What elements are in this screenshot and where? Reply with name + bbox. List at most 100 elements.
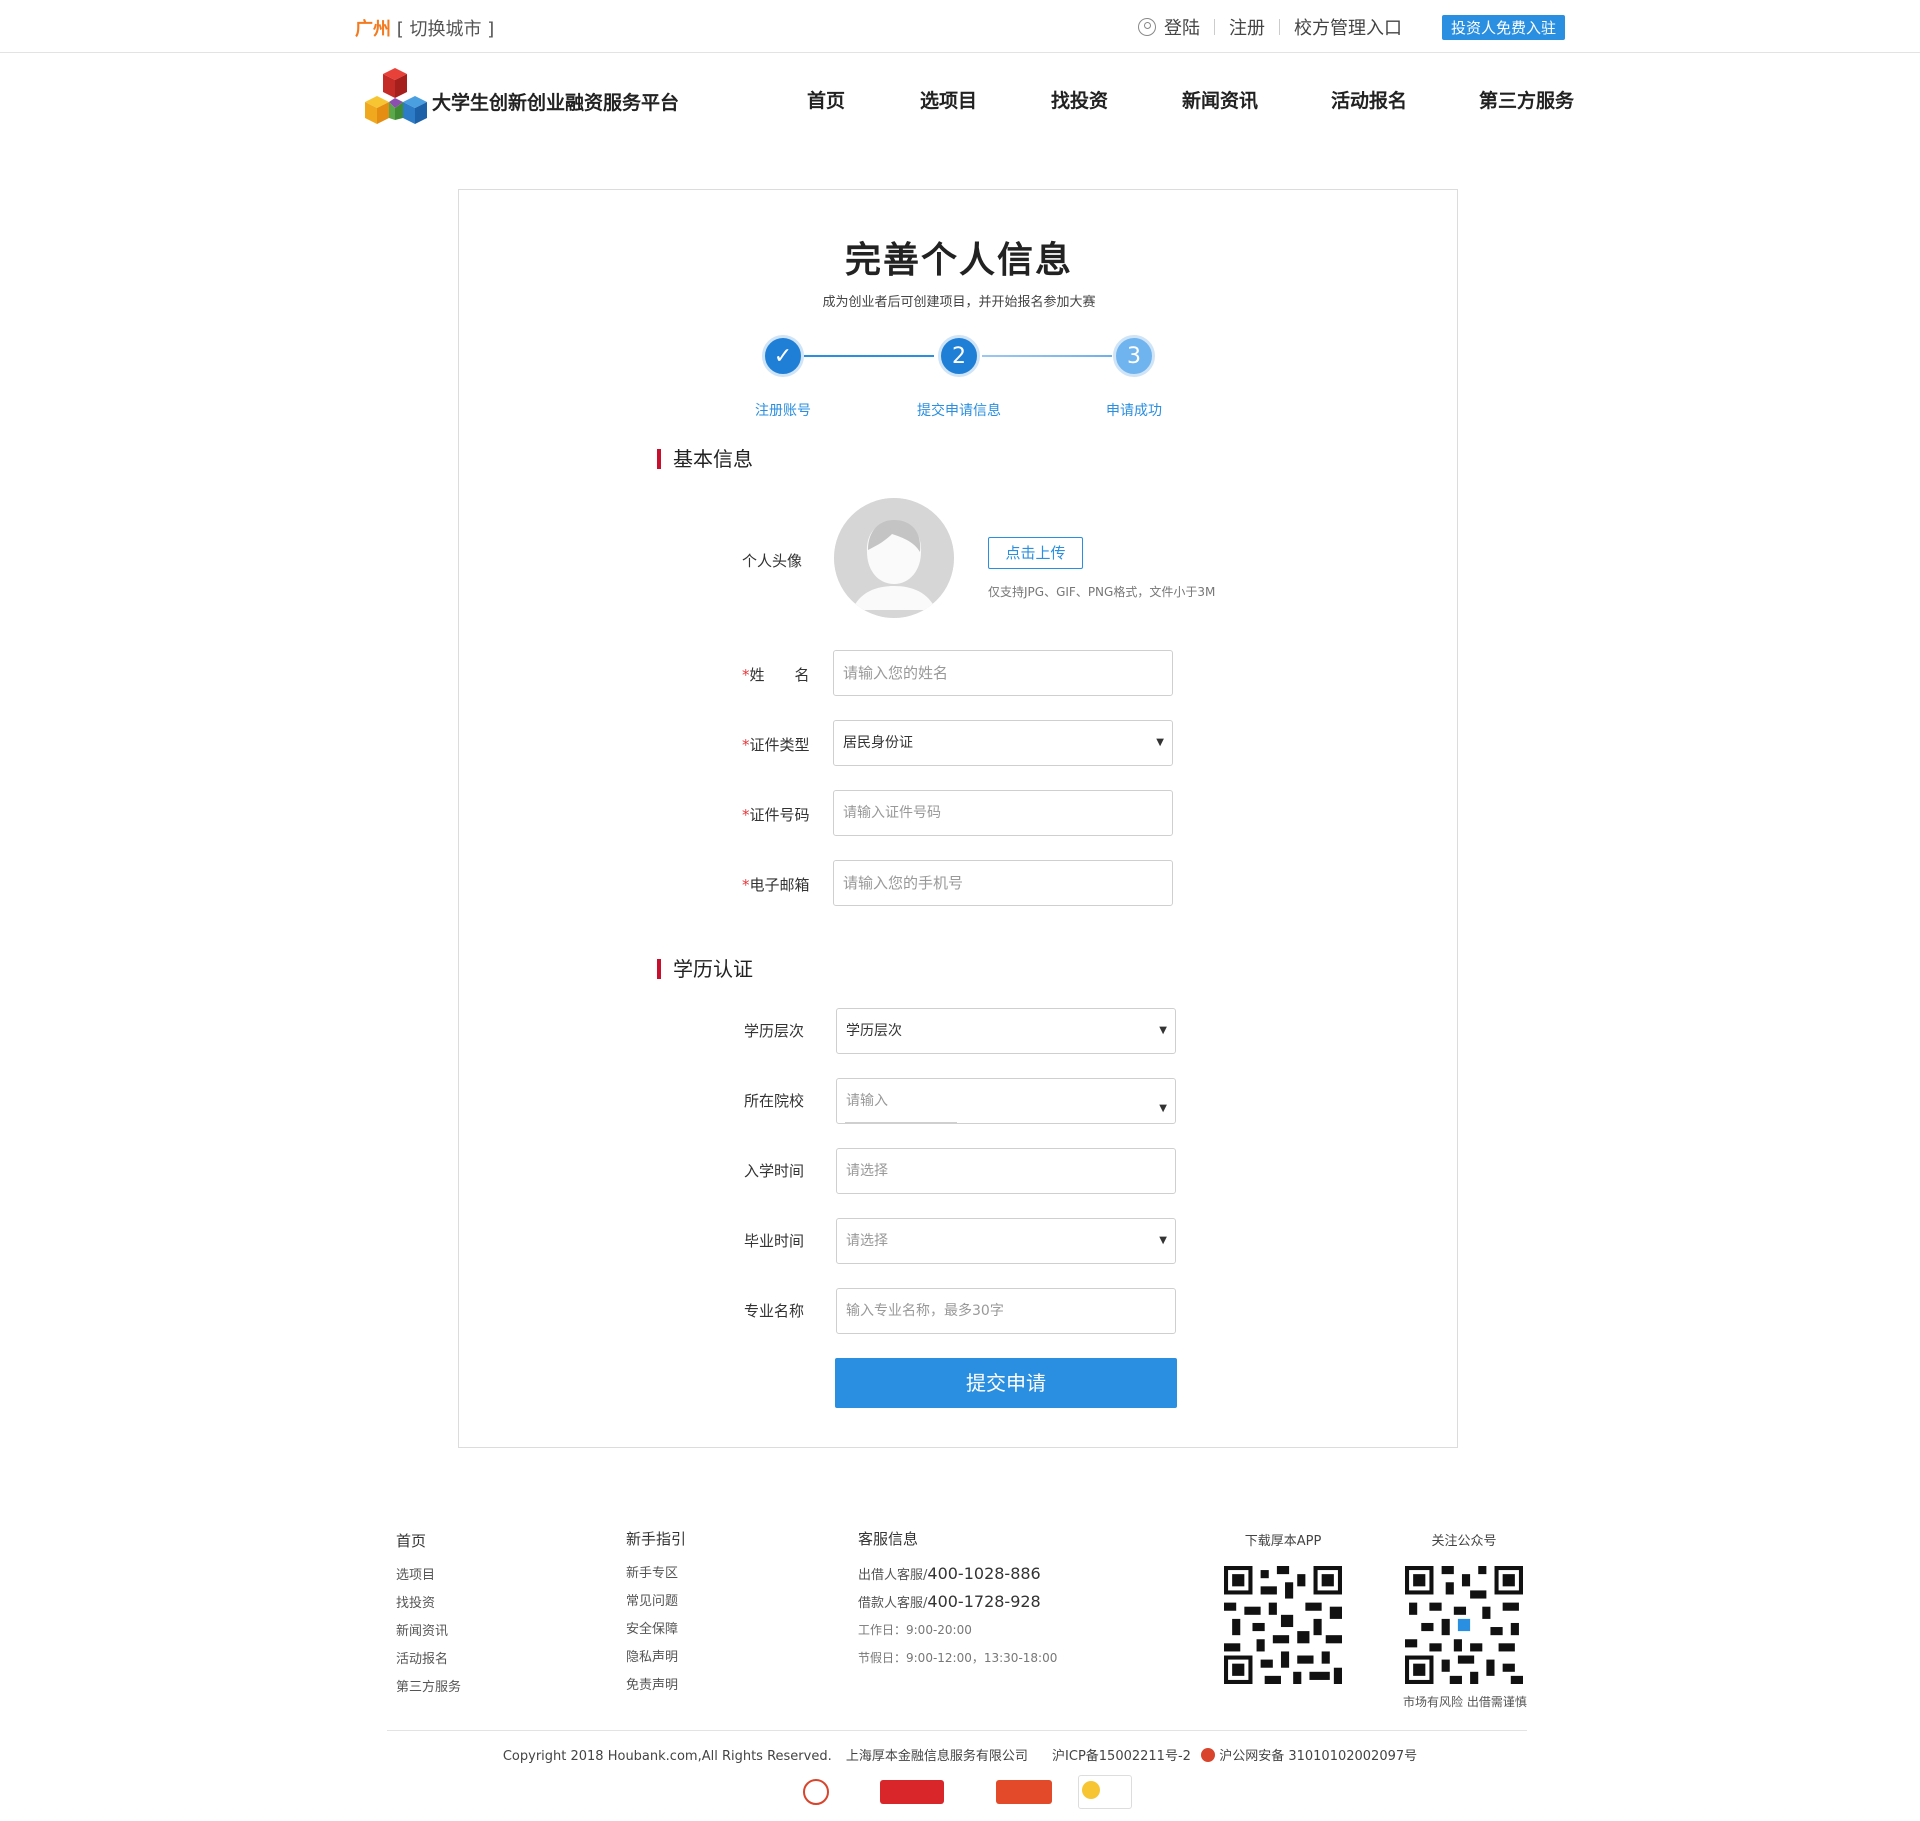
graduate-placeholder: 请选择	[846, 1233, 888, 1249]
step-1-check-icon: ✓	[762, 335, 804, 377]
graduate-label: 毕业时间	[744, 1232, 805, 1250]
copyright-bar: Copyright 2018 Houbank.com,All Rights Re…	[0, 1745, 1920, 1764]
name-label-text: 姓 名	[749, 666, 810, 684]
copyright-text: Copyright 2018 Houbank.com,All Rights Re…	[502, 1749, 832, 1764]
submit-button[interactable]: 提交申请	[835, 1358, 1177, 1408]
logo-icon[interactable]	[365, 68, 427, 130]
id-type-select[interactable]: 居民身份证 ▼	[833, 720, 1173, 766]
school-label: 所在院校	[744, 1092, 805, 1110]
register-link[interactable]: 注册	[1229, 14, 1265, 40]
dropdown-arrow-icon: ▼	[1159, 1235, 1167, 1246]
email-input[interactable]: 请输入您的手机号	[833, 860, 1173, 906]
credit-site-badge-icon[interactable]	[880, 1780, 944, 1804]
step-connector	[982, 355, 1112, 357]
footer-link[interactable]: 常见问题	[626, 1588, 686, 1616]
page-subtitle: 成为创业者后可创建项目，并开始报名参加大赛	[822, 295, 1096, 310]
norton-check-icon	[1082, 1781, 1100, 1799]
avatar-placeholder	[834, 498, 954, 618]
step-3-circle: 3	[1113, 335, 1155, 377]
app-qr-code-icon	[1224, 1566, 1342, 1684]
edu-level-label: 学历层次	[744, 1022, 805, 1040]
seal-badge-icon[interactable]	[803, 1779, 829, 1805]
school-entry-link[interactable]: 校方管理入口	[1294, 14, 1402, 40]
footer-link[interactable]: 第三方服务	[396, 1674, 461, 1702]
site-header: 大学生创新创业融资服务平台 首页 选项目 找投资 新闻资讯 活动报名 第三方服务	[0, 54, 1920, 154]
nav-third-party[interactable]: 第三方服务	[1479, 86, 1574, 113]
upload-hint: 仅支持JPG、GIF、PNG格式，文件小于3M	[988, 585, 1216, 599]
footer-link[interactable]: 首页	[396, 1530, 461, 1552]
avatar-label: 个人头像	[742, 552, 803, 570]
step-2-circle: 2	[938, 335, 980, 377]
login-link[interactable]: 登陆	[1164, 14, 1200, 40]
major-label: 专业名称	[744, 1302, 805, 1320]
input-underline	[845, 1122, 957, 1123]
edu-level-select[interactable]: 学历层次 ▼	[836, 1008, 1176, 1054]
dropdown-arrow-icon: ▼	[1159, 1025, 1167, 1036]
switch-city-link[interactable]: [ 切换城市 ]	[397, 19, 495, 40]
enroll-label: 入学时间	[744, 1162, 805, 1180]
nav-home[interactable]: 首页	[807, 86, 845, 113]
top-bar: 广州 [ 切换城市 ] 登陆 注册 校方管理入口 投资人免费入驻	[0, 0, 1920, 53]
required-mark: *	[742, 876, 750, 894]
holiday-hours: 节假日：9:00-12:00，13:30-18:00	[858, 1651, 1058, 1665]
police-record[interactable]: 沪公网安备 31010102002097号	[1219, 1749, 1417, 1764]
footer-link[interactable]: 新手专区	[626, 1560, 686, 1588]
name-input[interactable]: 请输入您的姓名	[833, 650, 1173, 696]
required-mark: *	[742, 736, 750, 754]
divider	[1213, 19, 1215, 35]
wechat-qr-code-icon	[1405, 1566, 1523, 1684]
icp-number[interactable]: 沪ICP备15002211号-2	[1052, 1749, 1191, 1764]
email-label-text: 电子邮箱	[749, 876, 810, 894]
nav-news[interactable]: 新闻资讯	[1182, 86, 1258, 113]
step-connector	[804, 355, 934, 357]
step-2-label: 提交申请信息	[917, 403, 1001, 419]
brand-name[interactable]: 大学生创新创业融资服务平台	[432, 88, 679, 115]
trusted-site-badge-icon[interactable]	[996, 1780, 1052, 1804]
graduate-date-select[interactable]: 请选择 ▼	[836, 1218, 1176, 1264]
edu-level-value: 学历层次	[846, 1023, 902, 1039]
page-title: 完善个人信息	[844, 240, 1073, 281]
id-type-value: 居民身份证	[843, 735, 913, 751]
company-name: 上海厚本金融信息服务有限公司	[845, 1749, 1028, 1764]
id-type-label-text: 证件类型	[749, 736, 810, 754]
default-avatar-icon	[834, 498, 954, 618]
section-basic-info: 基本信息	[657, 449, 753, 469]
required-mark: *	[742, 806, 750, 824]
dropdown-arrow-icon: ▼	[1156, 737, 1164, 748]
footer-link[interactable]: 找投资	[396, 1590, 461, 1618]
email-label: *电子邮箱	[742, 874, 810, 895]
id-type-label: *证件类型	[742, 734, 810, 755]
lender-hotline: 出借人客服/400-1028-886	[858, 1560, 1057, 1588]
id-number-input[interactable]: 请输入证件号码	[833, 790, 1173, 836]
current-city[interactable]: 广州	[355, 19, 391, 40]
nav-investment[interactable]: 找投资	[1051, 86, 1108, 113]
enroll-date-input[interactable]: 请选择	[836, 1148, 1176, 1194]
footer-link[interactable]: 免责声明	[626, 1672, 686, 1700]
footer-link[interactable]: 隐私声明	[626, 1644, 686, 1672]
footer-divider	[387, 1730, 1527, 1731]
required-mark: *	[742, 666, 750, 684]
footer-link[interactable]: 活动报名	[396, 1646, 461, 1674]
footer-link[interactable]: 安全保障	[626, 1616, 686, 1644]
investor-join-button[interactable]: 投资人免费入驻	[1441, 14, 1565, 40]
norton-secured-badge-icon[interactable]	[1078, 1775, 1132, 1809]
school-input[interactable]: 请输入	[846, 1093, 888, 1109]
footer-guide-title: 新手指引	[626, 1530, 687, 1548]
nav-events[interactable]: 活动报名	[1331, 86, 1407, 113]
city-selector[interactable]: 广州 [ 切换城市 ]	[355, 15, 494, 41]
step-3-label: 申请成功	[1106, 403, 1162, 419]
school-select[interactable]: 请输入 ▼	[836, 1078, 1176, 1124]
upload-avatar-button[interactable]: 点击上传	[988, 537, 1083, 569]
police-badge-icon	[1201, 1748, 1216, 1762]
nav-projects[interactable]: 选项目	[920, 86, 977, 113]
footer-link[interactable]: 选项目	[396, 1562, 461, 1590]
borrower-hotline: 借款人客服/400-1728-928	[858, 1588, 1057, 1616]
profile-form-card: 完善个人信息 成为创业者后可创建项目，并开始报名参加大赛 ✓ 2 3 注册账号 …	[458, 189, 1458, 1448]
name-label: *姓 名	[742, 664, 810, 685]
workday-hours: 工作日：9:00-20:00	[858, 1623, 972, 1637]
risk-warning: 市场有风险 出借需谨慎	[1403, 1695, 1527, 1709]
footer-service-col: 客服信息 出借人客服/400-1028-886 借款人客服/400-1728-9…	[858, 1528, 1057, 1672]
major-input[interactable]: 输入专业名称，最多30字	[836, 1288, 1176, 1334]
trust-badges	[0, 1775, 1920, 1815]
footer-link[interactable]: 新闻资讯	[396, 1618, 461, 1646]
